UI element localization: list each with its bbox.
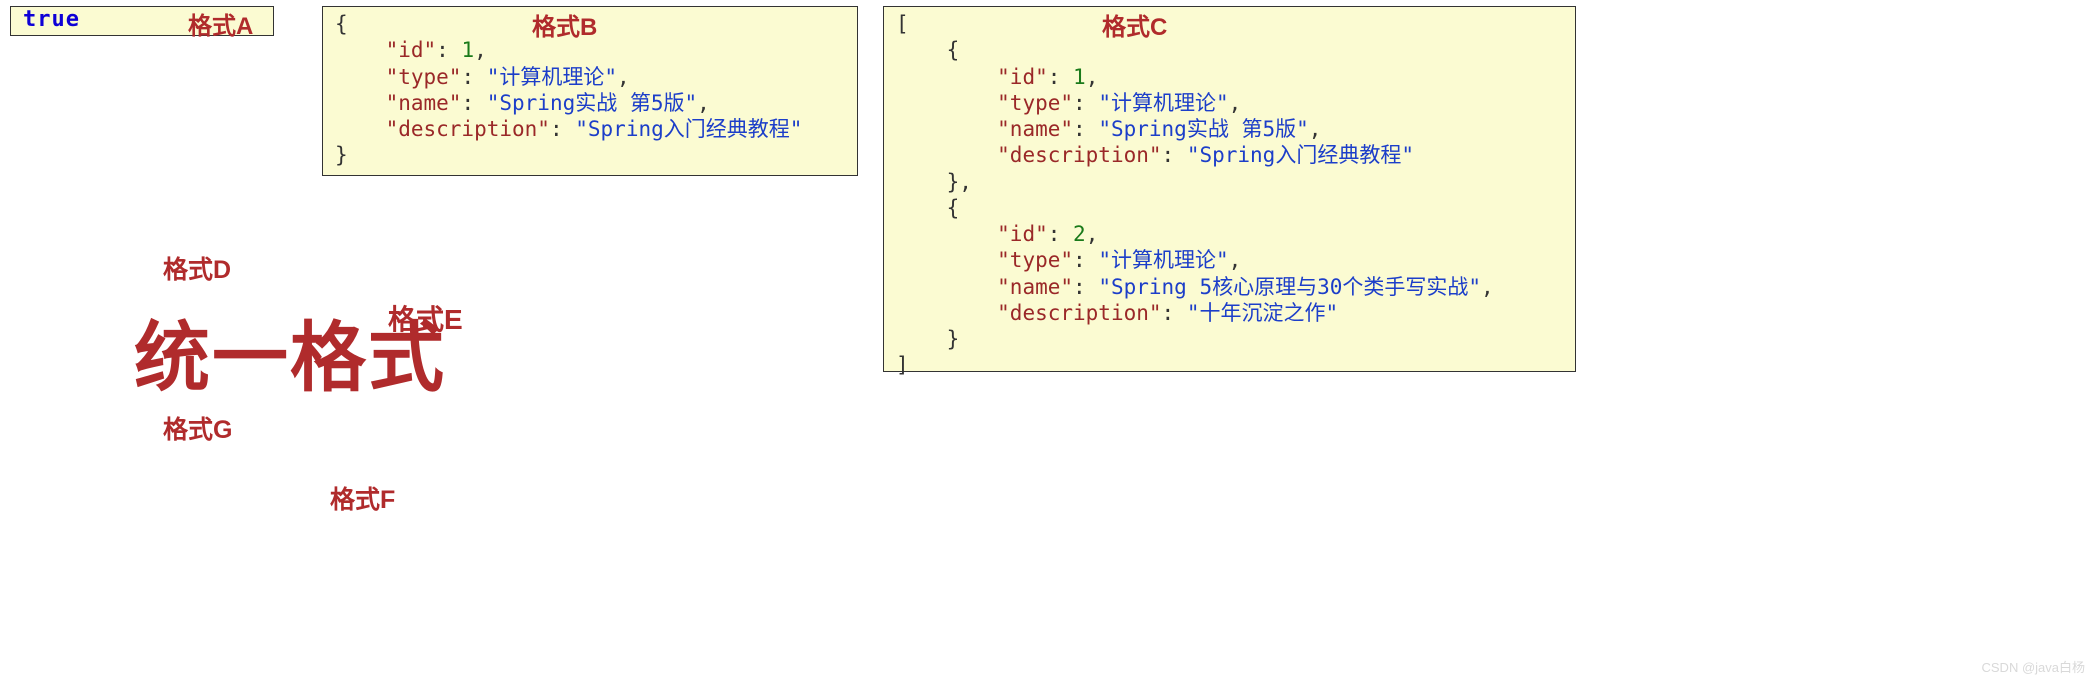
- format-box-c: [ { "id": 1, "type": "计算机理论", "name": "S…: [883, 6, 1576, 372]
- box-a-value: true: [23, 7, 80, 32]
- format-label-f: 格式F: [330, 480, 395, 516]
- format-label-c: 格式C: [1102, 7, 1167, 42]
- format-label-g: 格式G: [163, 410, 232, 446]
- watermark: CSDN @java白杨: [1982, 657, 2086, 676]
- format-label-d: 格式D: [163, 250, 231, 286]
- format-label-b: 格式B: [532, 7, 597, 42]
- unified-format-heading: 统一格式: [134, 296, 446, 406]
- json-array-c: [ { "id": 1, "type": "计算机理论", "name": "S…: [896, 11, 1563, 379]
- format-label-a: 格式A: [188, 6, 253, 41]
